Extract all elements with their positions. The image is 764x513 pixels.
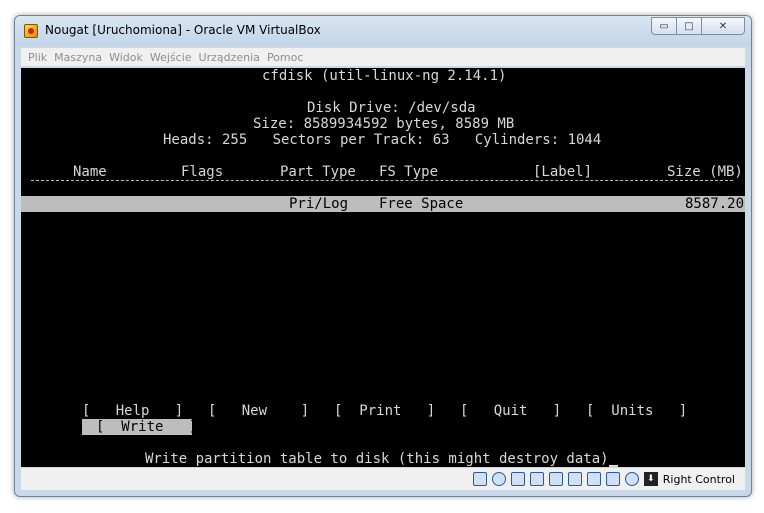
new-action[interactable]: [ New ] [208, 403, 309, 419]
virtualbox-window: Nougat [Uruchomiona] - Oracle VM Virtual… [14, 15, 752, 497]
row-fs-type: Free Space [379, 196, 464, 212]
row-part-type: Pri/Log [289, 196, 349, 212]
mouse-integration-icon[interactable] [624, 472, 639, 486]
host-key-label: Right Control [662, 472, 735, 486]
column-label: [Label] [533, 164, 593, 180]
window-title: Nougat [Uruchomiona] - Oracle VM Virtual… [45, 23, 321, 37]
help-action[interactable]: [ Help ] [82, 403, 183, 419]
disk-geometry-line: Heads: 255 Sectors per Track: 63 Cylinde… [163, 132, 602, 148]
menu-widok[interactable]: Widok [109, 51, 143, 64]
host-key-icon: ⬇ [643, 472, 658, 486]
shared-folders-icon[interactable] [548, 472, 563, 486]
print-action[interactable]: [ Print ] [334, 403, 435, 419]
quit-action[interactable]: [ Quit ] [460, 403, 561, 419]
maximize-button[interactable]: □ [676, 17, 702, 35]
hard-disk-icon[interactable] [472, 472, 487, 486]
column-part-type: Part Type [280, 164, 356, 180]
text-cursor [608, 465, 618, 467]
display-icon[interactable] [567, 472, 582, 486]
disk-drive-line: Disk Drive: /dev/sda [307, 100, 476, 116]
virtualbox-app-icon [24, 24, 38, 38]
column-fs-type: FS Type [379, 164, 439, 180]
menu-urzadzenia[interactable]: Urządzenia [199, 51, 260, 64]
status-message-line: Write partition table to disk (this migh… [145, 451, 618, 467]
write-action-selected[interactable]: [ Write ] [82, 419, 197, 435]
cpu-icon[interactable] [605, 472, 620, 486]
column-size: Size (MB) [667, 164, 743, 180]
title-bar[interactable]: Nougat [Uruchomiona] - Oracle VM Virtual… [15, 16, 751, 46]
menu-bar: Plik Maszyna Widok Wejście Urządzenia Po… [21, 48, 745, 66]
vm-screen[interactable]: cfdisk (util-linux-ng 2.14.1) Disk Drive… [21, 68, 745, 467]
column-flags: Flags [181, 164, 224, 180]
column-name: Name [73, 164, 107, 180]
header-separator [31, 180, 733, 181]
optical-drive-icon[interactable] [491, 472, 506, 486]
menu-wejscie[interactable]: Wejście [150, 51, 192, 64]
status-message: Write partition table to disk (this migh… [145, 451, 609, 467]
status-bar: ⬇ Right Control [21, 468, 745, 490]
menu-pomoc[interactable]: Pomoc [267, 51, 303, 64]
cfdisk-header: cfdisk (util-linux-ng 2.14.1) [262, 68, 507, 84]
units-action[interactable]: [ Units ] [586, 403, 687, 419]
window-controls: ▭ □ ✕ [651, 17, 745, 35]
partition-row-selected[interactable]: Pri/Log Free Space 8587.20 [21, 196, 745, 212]
close-button[interactable]: ✕ [701, 17, 745, 35]
row-size: 8587.20 [685, 196, 745, 212]
minimize-button[interactable]: ▭ [651, 17, 677, 35]
menu-plik[interactable]: Plik [28, 51, 47, 64]
disk-size-line: Size: 8589934592 bytes, 8589 MB [253, 116, 515, 132]
network-icon[interactable] [510, 472, 525, 486]
usb-icon[interactable] [529, 472, 544, 486]
video-capture-icon[interactable] [586, 472, 601, 486]
menu-maszyna[interactable]: Maszyna [54, 51, 102, 64]
